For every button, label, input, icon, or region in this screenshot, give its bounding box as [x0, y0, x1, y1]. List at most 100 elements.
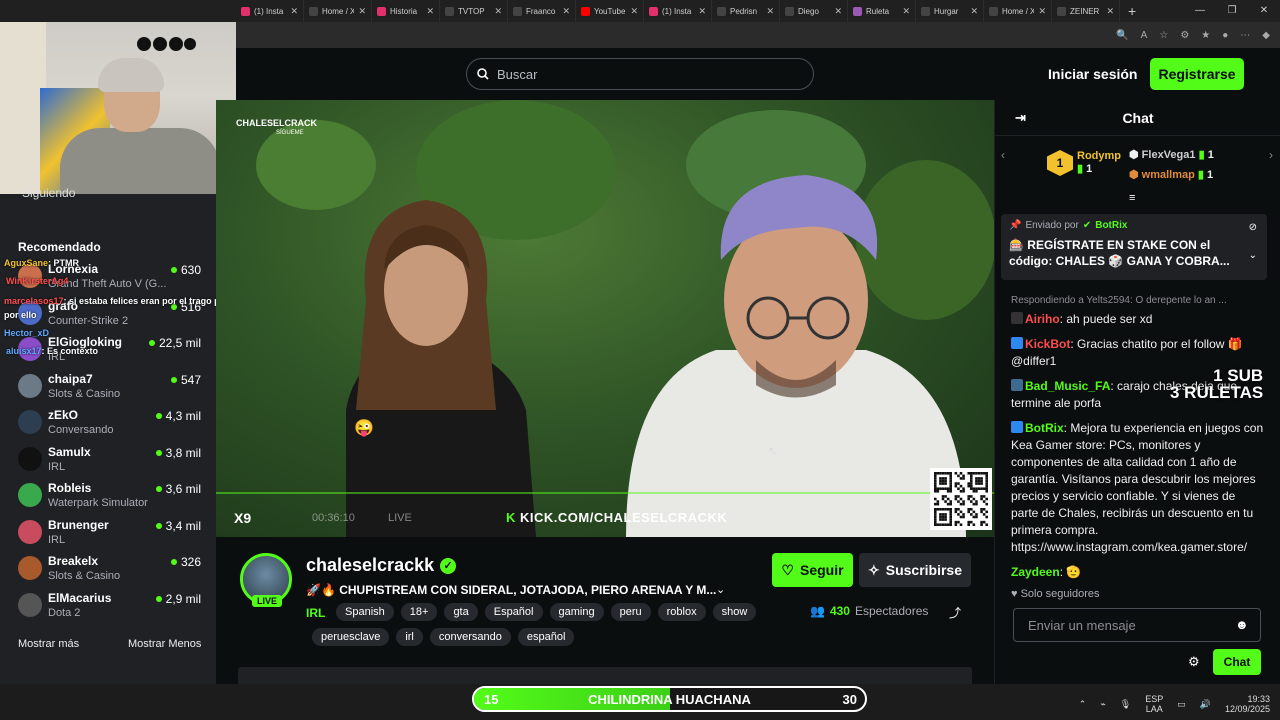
browser-tab[interactable]: Ruleta ✕	[848, 0, 916, 22]
minimize-icon[interactable]: —	[1184, 0, 1216, 22]
close-tab-icon[interactable]: ✕	[562, 6, 570, 17]
tag-chip[interactable]: peru	[610, 603, 651, 621]
chat-username[interactable]: BotRix	[1025, 421, 1064, 435]
send-chat-button[interactable]: Chat	[1213, 649, 1261, 675]
tag-chip[interactable]: gta	[444, 603, 478, 621]
login-button[interactable]: Iniciar sesión	[1048, 66, 1137, 82]
browser-tab[interactable]: TVTOP ✕	[440, 0, 508, 22]
sidebar-item-brunenger[interactable]: Brunenger IRL 3,4 mil	[18, 516, 204, 550]
share-icon[interactable]: ⤴	[949, 604, 961, 621]
chevron-down-icon[interactable]: ⌄	[716, 583, 725, 596]
tag-chip[interactable]: español	[517, 628, 575, 646]
browser-tab[interactable]: Pedrisn ✕	[712, 0, 780, 22]
close-tab-icon[interactable]: ✕	[970, 6, 978, 17]
chat-username[interactable]: KickBot	[1025, 337, 1070, 351]
tag-chip[interactable]: gaming	[549, 603, 604, 621]
emoji-icon[interactable]: ☻	[1235, 617, 1249, 632]
close-tab-icon[interactable]: ✕	[426, 6, 434, 17]
browser-tab[interactable]: YouTube ✕	[576, 0, 644, 22]
site-header: Buscar Iniciar sesión Registrarse	[236, 48, 1280, 100]
close-icon[interactable]: ✕	[1248, 0, 1280, 22]
chevron-up-icon[interactable]: ⌃	[1079, 699, 1087, 710]
browser-tab[interactable]: Home / X ✕	[304, 0, 372, 22]
tag-chip[interactable]: show	[712, 603, 757, 621]
volume-icon[interactable]: 🔊	[1200, 699, 1211, 710]
zoom-icon[interactable]: 🔍	[1116, 30, 1128, 41]
browser-tab[interactable]: (1) Insta ✕	[644, 0, 712, 22]
sidebar-item-breakelx[interactable]: Breakelx Slots & Casino 326	[18, 552, 204, 586]
close-tab-icon[interactable]: ✕	[698, 6, 706, 17]
close-tab-icon[interactable]: ✕	[1038, 6, 1046, 17]
chevron-down-icon[interactable]: ⌄	[1249, 250, 1257, 261]
tag-chip[interactable]: 18+	[400, 603, 438, 621]
browser-tab[interactable]: Fraanco ✕	[508, 0, 576, 22]
video-progress[interactable]	[216, 492, 994, 494]
tag-chip[interactable]: conversando	[429, 628, 511, 646]
extensions-icon[interactable]: ⚙	[1180, 30, 1189, 41]
pinned-message[interactable]: 📌 Enviado por ✔ BotRix 🎰 REGÍSTRATE EN S…	[1001, 214, 1267, 280]
close-tab-icon[interactable]: ✕	[902, 6, 910, 17]
close-tab-icon[interactable]: ✕	[834, 6, 842, 17]
x-icon	[309, 6, 318, 16]
leaderboard-user[interactable]: ⬢ wmallmap ▮ 1	[1129, 168, 1213, 181]
language-indicator[interactable]: ESP LAA	[1145, 694, 1163, 714]
profile-icon[interactable]: ●	[1222, 30, 1228, 41]
close-tab-icon[interactable]: ✕	[290, 6, 298, 17]
streamer-name[interactable]: chaleselcrackk ✓	[306, 555, 457, 576]
gear-icon[interactable]: ⚙	[1188, 654, 1200, 670]
chevron-left-icon[interactable]: ‹	[1001, 148, 1005, 162]
hide-pinned-icon[interactable]: ⊘	[1249, 222, 1257, 233]
stream-category[interactable]: IRL	[306, 606, 325, 620]
favorite-star-icon[interactable]: ☆	[1159, 30, 1168, 41]
more-menu-icon[interactable]: ⋯	[1240, 30, 1250, 41]
browser-tab[interactable]: Home / X ✕	[984, 0, 1052, 22]
search-input[interactable]: Buscar	[466, 58, 814, 90]
close-tab-icon[interactable]: ✕	[630, 6, 638, 17]
sidebar-item-zeko[interactable]: zEkO Conversando 4,3 mil	[18, 406, 204, 440]
chat-username[interactable]: Bad_Music_FA	[1025, 379, 1110, 393]
expand-leaderboard-icon[interactable]: ≡	[1129, 192, 1135, 204]
chat-username[interactable]: Airiho	[1025, 312, 1060, 326]
copilot-icon[interactable]: ◆	[1262, 30, 1270, 41]
maximize-icon[interactable]: ❐	[1216, 0, 1248, 22]
register-button[interactable]: Registrarse	[1150, 58, 1244, 90]
leaderboard-user[interactable]: Rodymp ▮ 1	[1077, 150, 1121, 175]
tag-chip[interactable]: peruesclave	[312, 628, 390, 646]
leaderboard-user[interactable]: ⬢ FlexVega1 ▮ 1	[1129, 148, 1214, 161]
sidebar-item-samulx[interactable]: Samulx IRL 3,8 mil	[18, 443, 204, 477]
show-less-button[interactable]: Mostrar Menos	[128, 638, 201, 650]
mic-icon[interactable]: 🎙	[1120, 699, 1131, 710]
network-icon[interactable]: ⌁	[1100, 699, 1105, 710]
system-tray: ⌃ ⌁ 🎙 ESP LAA ▭ 🔊 19:33 12/09/2025	[1079, 694, 1270, 714]
browser-tab[interactable]: Historia ✕	[372, 0, 440, 22]
chat-input[interactable]: Enviar un mensaje	[1013, 608, 1261, 642]
close-tab-icon[interactable]: ✕	[358, 6, 366, 17]
sidebar-item-elmacarius[interactable]: ElMacarius Dota 2 2,9 mil	[18, 589, 204, 623]
collapse-chat-icon[interactable]: ⇥	[1015, 110, 1026, 126]
new-tab-icon[interactable]: +	[1120, 3, 1144, 19]
close-tab-icon[interactable]: ✕	[1106, 6, 1114, 17]
sidebar-item-robleis[interactable]: Robleis Waterpark Simulator 3,6 mil	[18, 479, 204, 513]
browser-tab[interactable]: (1) Insta ✕	[236, 0, 304, 22]
tag-chip[interactable]: Spanish	[336, 603, 394, 621]
sidebar-item-chaipa7[interactable]: chaipa7 Slots & Casino 547	[18, 370, 204, 404]
sidebar-following-header[interactable]: Siguiendo	[22, 186, 75, 200]
show-more-button[interactable]: Mostrar más	[18, 638, 79, 650]
collections-icon[interactable]: ★	[1201, 30, 1210, 41]
tag-chip[interactable]: irl	[396, 628, 423, 646]
close-tab-icon[interactable]: ✕	[766, 6, 774, 17]
chevron-right-icon[interactable]: ›	[1269, 148, 1273, 162]
video-player[interactable]: CHALESELCRACK SÍGUEME 😜 X9 00:36:10 LIVE…	[216, 100, 994, 537]
chat-username[interactable]: Zaydeen	[1011, 565, 1060, 579]
read-aloud-icon[interactable]: A	[1141, 30, 1148, 41]
close-tab-icon[interactable]: ✕	[494, 6, 502, 17]
clock[interactable]: 19:33 12/09/2025	[1225, 694, 1270, 714]
browser-tab[interactable]: Hurgar ✕	[916, 0, 984, 22]
follow-button[interactable]: ♡ Seguir	[772, 553, 853, 587]
browser-tab[interactable]: Diego ✕	[780, 0, 848, 22]
tag-chip[interactable]: roblox	[657, 603, 706, 621]
browser-tab[interactable]: ZEINER ✕	[1052, 0, 1120, 22]
monitor-icon[interactable]: ▭	[1177, 699, 1186, 710]
subscribe-button[interactable]: ✧ Suscribirse	[859, 553, 971, 587]
tag-chip[interactable]: Español	[484, 603, 543, 621]
